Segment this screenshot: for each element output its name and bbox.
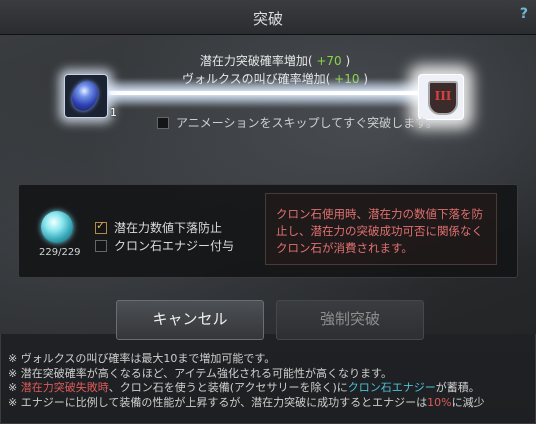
help-icon[interactable]: ? bbox=[520, 6, 528, 22]
rate-suffix: ) bbox=[345, 54, 351, 68]
skip-animation-option[interactable]: アニメーションをスキップしてすぐ突破します。 bbox=[157, 114, 438, 131]
note-highlight-cyan: クロン石エナジー bbox=[347, 381, 436, 394]
note-text: が蓄積。 bbox=[435, 381, 480, 394]
prevent-drop-label: 潜在力数値下落防止 bbox=[114, 221, 223, 235]
cron-energy-label: クロン石エナジー付与 bbox=[114, 239, 235, 253]
material-slot[interactable]: 1 bbox=[64, 74, 117, 119]
force-breakthrough-button[interactable]: 強制突破 bbox=[276, 300, 424, 340]
title-bar: 突破 ? bbox=[0, 0, 536, 35]
note-line: ※ 潜在突破確率が高くなるほど、アイテム強化される可能性が高くなります。 bbox=[8, 366, 392, 380]
note-line: ※ ヴォルクスの叫び確率は最大10まで増加可能です。 bbox=[8, 352, 276, 365]
note-prefix: ※ bbox=[8, 381, 21, 394]
light-beam-core bbox=[110, 91, 430, 95]
note-line: ※ エナジーに比例して装備の性能が上昇するが、潜在力突破に成功するとエナジーは1… bbox=[8, 396, 532, 411]
prevent-drop-option[interactable]: 潜在力数値下落防止 bbox=[95, 219, 222, 236]
notes: ※ ヴォルクスの叫び確率は最大10まで増加可能です。 ※ 潜在突破確率が高くなる… bbox=[8, 352, 532, 410]
material-count: 1 bbox=[110, 106, 117, 119]
rate-value: +70 bbox=[316, 54, 342, 68]
cron-energy-checkbox[interactable] bbox=[95, 239, 107, 252]
rate-label: 潜在力突破確率増加( bbox=[199, 54, 313, 68]
breakthrough-window: 突破 ? 潜在力突破確率増加( +70 ) ヴォルクスの叫び確率増加( +10 … bbox=[0, 0, 536, 424]
note-highlight-red: 潜在力突破失敗時 bbox=[20, 381, 109, 394]
options-panel: 229/229 潜在力数値下落防止 クロン石エナジー付与 クロン石使用時、潜在力… bbox=[18, 184, 518, 278]
cron-stone-icon bbox=[68, 77, 102, 115]
cron-energy-orb-icon bbox=[41, 211, 73, 243]
breakthrough-rate-info: 潜在力突破確率増加( +70 ) bbox=[150, 52, 400, 69]
skip-animation-label: アニメーションをスキップしてすぐ突破します。 bbox=[176, 116, 438, 130]
note-highlight-red: 10% bbox=[427, 395, 452, 409]
note-text: に減少 bbox=[451, 395, 485, 409]
cancel-button[interactable]: キャンセル bbox=[116, 300, 264, 340]
cron-energy-option[interactable]: クロン石エナジー付与 bbox=[95, 237, 234, 254]
equipment-tier-numeral: III bbox=[434, 89, 452, 103]
orb-count: 229/229 bbox=[39, 247, 81, 258]
skip-animation-checkbox[interactable] bbox=[157, 116, 169, 129]
option-description: クロン石使用時、潜在力の数値下落を防止し、潜在力の突破成功可否に関係なくクロン石… bbox=[265, 193, 497, 265]
note-text: 、クロン石を使うと装備(アクセサリーを除く)に bbox=[108, 381, 348, 394]
equipment-emblem-icon: III bbox=[428, 81, 458, 115]
note-line: ※ 潜在力突破失敗時、クロン石を使うと装備(アクセサリーを除く)にクロン石エナジ… bbox=[8, 381, 532, 396]
window-title: 突破 bbox=[252, 10, 283, 28]
prevent-drop-checkbox[interactable] bbox=[95, 219, 107, 234]
note-text: ※ エナジーに比例して装備の性能が上昇するが、潜在力突破に成功するとエナジーは bbox=[8, 395, 428, 409]
